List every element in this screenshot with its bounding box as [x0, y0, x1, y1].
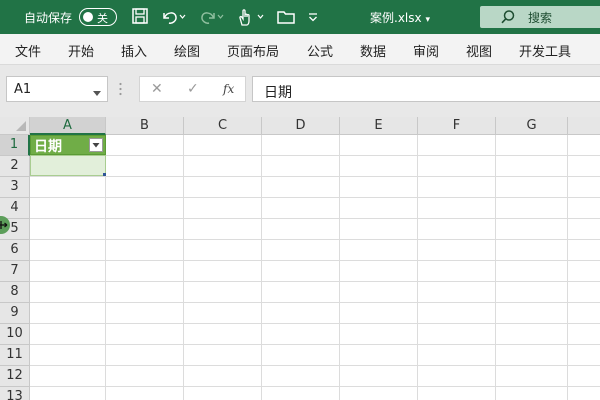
gridline: [261, 135, 262, 400]
gridline: [30, 344, 600, 345]
select-all-triangle-icon: [16, 121, 26, 131]
gridline: [30, 365, 600, 366]
name-box-value: A1: [14, 82, 32, 97]
chevron-down-icon: [92, 143, 100, 148]
column-header-g[interactable]: G: [496, 117, 568, 135]
column-header-b[interactable]: B: [106, 117, 184, 135]
gridline: [30, 302, 600, 303]
chevron-down-icon[interactable]: [93, 86, 101, 101]
cell-a1[interactable]: 日期: [30, 135, 106, 155]
undo-icon[interactable]: [160, 7, 186, 27]
ribbon-tabs: 文件 开始 插入 绘图 页面布局 公式 数据 审阅 视图 开发工具: [0, 34, 600, 65]
autosave-label: 自动保存: [24, 11, 73, 25]
gridline: [30, 155, 600, 156]
column-header-f[interactable]: F: [418, 117, 496, 135]
select-all-button[interactable]: [0, 117, 30, 135]
tab-draw[interactable]: 绘图: [174, 41, 200, 60]
tab-page-layout[interactable]: 页面布局: [227, 41, 279, 60]
gridline: [417, 135, 418, 400]
formula-input[interactable]: 日期: [252, 76, 600, 102]
gridline: [567, 135, 568, 400]
name-box[interactable]: A1: [6, 76, 108, 102]
table-resize-handle[interactable]: [103, 173, 106, 176]
filter-dropdown-button[interactable]: [89, 138, 103, 152]
row-header-9[interactable]: 9: [0, 303, 30, 324]
tab-formulas[interactable]: 公式: [307, 41, 333, 60]
tab-file[interactable]: 文件: [15, 41, 41, 60]
row-header-2[interactable]: 2: [0, 156, 30, 177]
tab-developer[interactable]: 开发工具: [519, 41, 571, 60]
autosave-toggle[interactable]: 关: [79, 8, 117, 26]
cell-a2[interactable]: [30, 155, 106, 176]
chevron-down-icon: ▾: [425, 15, 430, 25]
search-box[interactable]: 搜索: [480, 6, 600, 28]
gridline: [339, 135, 340, 400]
formula-buttons: ✕ ✓ fx: [139, 76, 246, 102]
toggle-knob: [83, 12, 93, 22]
row-header-1[interactable]: 1: [0, 135, 30, 156]
column-header-partial[interactable]: [568, 117, 600, 135]
gridline: [30, 197, 600, 198]
row-header-3[interactable]: 3: [0, 177, 30, 198]
gridline: [183, 135, 184, 400]
customize-toolbar-icon[interactable]: [307, 7, 319, 27]
insert-function-icon[interactable]: fx: [223, 82, 234, 96]
redo-icon[interactable]: [198, 7, 224, 27]
column-header-d[interactable]: D: [262, 117, 340, 135]
row-header-12[interactable]: 12: [0, 366, 30, 387]
touch-mode-icon[interactable]: [236, 7, 266, 27]
cancel-icon[interactable]: ✕: [151, 81, 163, 97]
save-icon[interactable]: [131, 7, 149, 27]
column-header-c[interactable]: C: [184, 117, 262, 135]
title-bar: 自动保存 关 案例.xlsx ▾ 搜索: [0, 0, 600, 34]
row-header-7[interactable]: 7: [0, 261, 30, 282]
cell-a1-value: 日期: [34, 139, 62, 155]
document-title[interactable]: 案例.xlsx ▾: [370, 9, 430, 26]
open-folder-icon[interactable]: [276, 7, 296, 27]
worksheet-grid[interactable]: A B C D E F G 1 2 3 4 5 6 7 8 9 10 11 12…: [0, 117, 600, 400]
formula-value: 日期: [264, 85, 292, 101]
row-header-13[interactable]: 13: [0, 387, 30, 400]
column-header-e[interactable]: E: [340, 117, 418, 135]
enter-icon[interactable]: ✓: [187, 81, 199, 97]
tab-insert[interactable]: 插入: [121, 41, 147, 60]
autosave-toggle-state: 关: [97, 12, 108, 25]
gridline: [495, 135, 496, 400]
gridline: [30, 260, 600, 261]
gridline: [30, 323, 600, 324]
tab-home[interactable]: 开始: [68, 41, 94, 60]
document-title-text: 案例.xlsx: [370, 11, 422, 25]
gridline: [30, 176, 600, 177]
column-header-a[interactable]: A: [30, 117, 106, 135]
tab-data[interactable]: 数据: [360, 41, 386, 60]
gridline: [30, 386, 600, 387]
gridline: [30, 239, 600, 240]
gridline: [30, 281, 600, 282]
row-header-8[interactable]: 8: [0, 282, 30, 303]
tab-view[interactable]: 视图: [466, 41, 492, 60]
gridline: [30, 218, 600, 219]
drag-handle-icon[interactable]: [119, 82, 122, 96]
tab-review[interactable]: 审阅: [413, 41, 439, 60]
search-icon: [500, 9, 516, 29]
row-header-10[interactable]: 10: [0, 324, 30, 345]
search-label: 搜索: [528, 11, 553, 25]
formula-bar-area: A1 ✕ ✓ fx 日期: [0, 65, 600, 117]
row-header-11[interactable]: 11: [0, 345, 30, 366]
row-header-6[interactable]: 6: [0, 240, 30, 261]
